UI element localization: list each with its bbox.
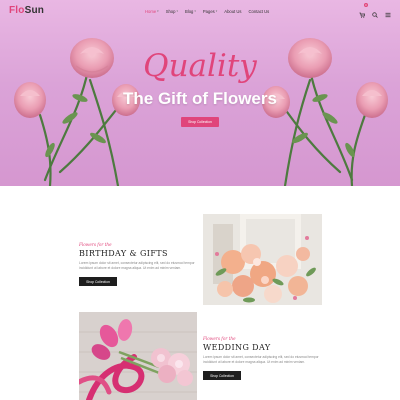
wedding-shop-button[interactable]: Shop Collection xyxy=(203,371,241,381)
nav-item-about[interactable]: About Us xyxy=(224,9,241,14)
nav-item-label: Pages xyxy=(202,8,215,14)
section-kicker: Flowers for the xyxy=(203,336,236,341)
section-text: Lorem ipsum dolor sit amet, consectetur … xyxy=(203,355,319,364)
nav-item-pages[interactable]: Pages ▾ xyxy=(203,9,217,14)
site-header: FloSun Home ▾ Shop ▾ Blog ▾ Pages ▾ About Us… xyxy=(0,0,400,22)
hero-title: The Gift of Flowers xyxy=(123,89,277,108)
section-title: WEDDING DAY xyxy=(203,343,271,352)
logo-part1: Flo xyxy=(9,5,25,16)
nav-item-label: Contact Us xyxy=(248,8,270,14)
chevron-down-icon: ▾ xyxy=(157,9,159,13)
chevron-down-icon: ▾ xyxy=(215,9,218,13)
nav-item-shop[interactable]: Shop ▾ xyxy=(166,9,178,14)
nav-item-contact[interactable]: Contact Us xyxy=(249,9,270,14)
hero-banner: Quality The Gift of Flowers Shop Collect… xyxy=(0,0,400,186)
logo[interactable]: FloSun xyxy=(9,5,44,16)
nav-item-label: Blog xyxy=(184,8,194,14)
nav-item-label: Home xyxy=(145,8,157,14)
nav-item-label: Shop xyxy=(165,8,176,14)
wedding-flowers-photo xyxy=(79,312,197,400)
logo-part2: Sun xyxy=(24,5,45,16)
birthday-shop-button[interactable]: Shop Collection xyxy=(79,277,117,287)
chevron-down-icon: ▾ xyxy=(194,9,196,13)
nav-item-blog[interactable]: Blog ▾ xyxy=(185,9,196,14)
chevron-down-icon: ▾ xyxy=(176,9,178,13)
section-title: BIRTHDAY & GIFTS xyxy=(79,249,168,258)
menu-icon[interactable] xyxy=(385,5,391,18)
section-kicker: Flowers for the xyxy=(79,242,112,247)
main-nav: Home ▾ Shop ▾ Blog ▾ Pages ▾ About Us Contac… xyxy=(145,0,269,22)
nav-item-home[interactable]: Home ▾ xyxy=(145,9,159,14)
birthday-flowers-photo xyxy=(203,214,322,305)
cart-count-badge: 0 xyxy=(364,3,368,7)
search-icon[interactable] xyxy=(372,5,378,18)
hero-script-text: Quality xyxy=(143,48,257,84)
cart-icon[interactable]: 0 xyxy=(359,3,368,18)
header-icons: 0 xyxy=(359,3,391,18)
nav-item-label: About Us xyxy=(224,8,242,14)
birthday-section: Flowers for the BIRTHDAY & GIFTS Lorem i… xyxy=(79,242,197,287)
wedding-section: Flowers for the WEDDING DAY Lorem ipsum … xyxy=(203,336,321,381)
hero-shop-button[interactable]: Shop Collection xyxy=(181,117,219,127)
section-text: Lorem ipsum dolor sit amet, consectetur … xyxy=(79,261,195,270)
